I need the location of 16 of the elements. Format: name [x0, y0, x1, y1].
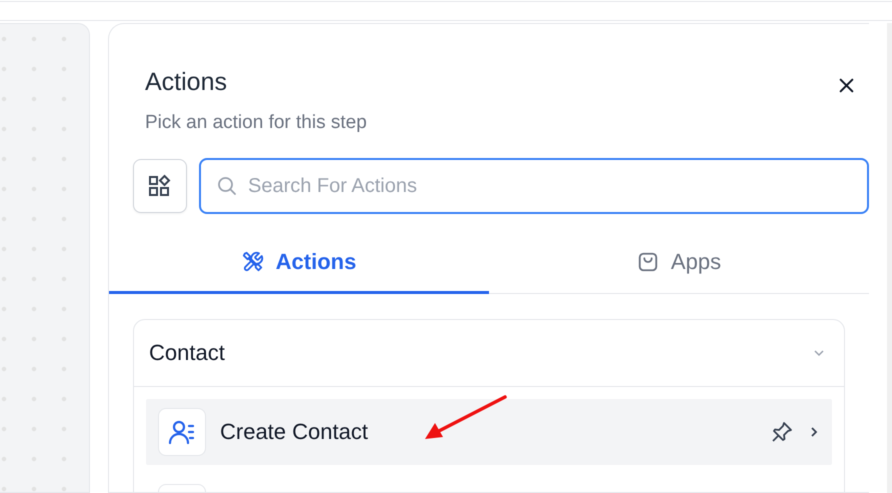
section-title: Contact: [149, 340, 225, 366]
panel-subtitle: Pick an action for this step: [145, 112, 367, 134]
search-field[interactable]: Search For Actions: [199, 158, 869, 214]
panel-title: Actions: [145, 68, 228, 97]
close-icon: [838, 78, 854, 92]
tab[interactable]: Actions: [109, 232, 489, 294]
person-list-icon: [168, 418, 196, 446]
shapes-icon: [148, 174, 172, 198]
search-icon: [217, 176, 237, 196]
categories-button[interactable]: [133, 159, 187, 213]
item-label: Create Contact: [220, 419, 369, 445]
pin-icon[interactable]: [770, 420, 794, 444]
action-item[interactable]: Create Contact: [146, 399, 832, 465]
bag-icon: [636, 250, 659, 272]
tab[interactable]: Apps: [489, 232, 869, 294]
tools-icon: [242, 250, 264, 272]
